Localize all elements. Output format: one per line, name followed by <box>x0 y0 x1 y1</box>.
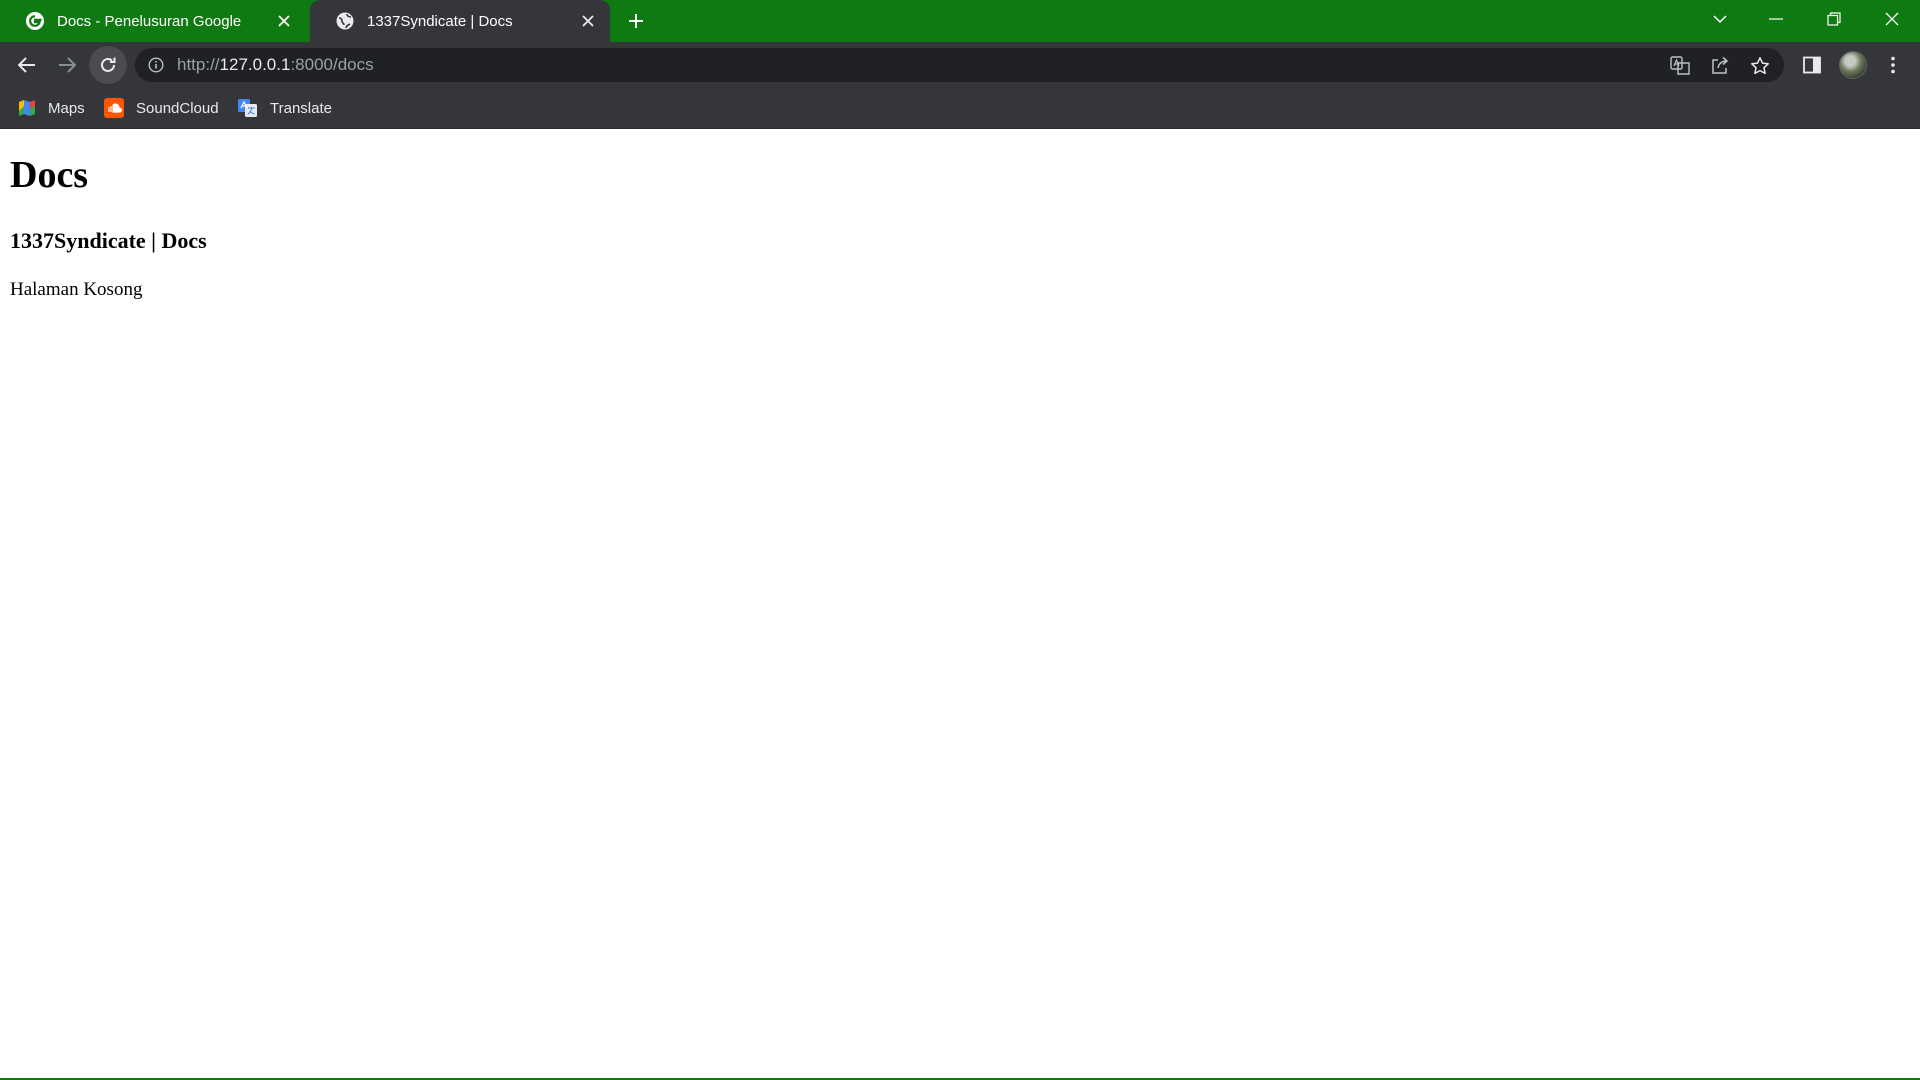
bookmark-maps[interactable]: Maps <box>18 97 85 119</box>
maps-icon <box>19 100 35 116</box>
bookmark-label: SoundCloud <box>136 99 219 117</box>
url-rest: :8000/docs <box>290 55 374 74</box>
forward-button[interactable] <box>48 46 86 84</box>
close-window-button[interactable] <box>1864 0 1920 38</box>
minimize-button[interactable] <box>1748 0 1804 38</box>
share-icon[interactable] <box>1707 53 1733 79</box>
close-tab-icon[interactable] <box>274 11 294 31</box>
bookmark-translate[interactable]: Translate <box>238 97 332 119</box>
translate-icon <box>238 99 257 117</box>
chevron-down-icon <box>1713 15 1727 24</box>
url-host: 127.0.0.1 <box>219 55 291 74</box>
url-scheme: http:// <box>177 55 220 74</box>
profile-button[interactable] <box>1836 48 1870 82</box>
bookmark-label: Maps <box>48 99 85 117</box>
more-vert-icon <box>1891 56 1895 74</box>
translate-page-icon[interactable] <box>1667 53 1693 79</box>
bookmark-star-icon[interactable] <box>1747 53 1773 79</box>
restore-icon <box>1827 12 1841 26</box>
soundcloud-icon <box>104 98 124 118</box>
plus-icon <box>629 14 643 28</box>
tab-strip: Docs - Penelusuran Google 1337Syndicate … <box>0 0 1920 42</box>
address-bar[interactable]: http://127.0.0.1:8000/docs <box>135 48 1784 82</box>
globe-icon <box>336 12 354 30</box>
avatar <box>1839 51 1867 79</box>
tab-title: Docs - Penelusuran Google <box>57 12 242 30</box>
restore-button[interactable] <box>1806 0 1862 38</box>
page-subtitle: 1337Syndicate | Docs <box>10 228 207 253</box>
reload-icon <box>101 57 116 72</box>
bookmark-soundcloud[interactable]: SoundCloud <box>104 97 219 119</box>
info-icon[interactable] <box>147 56 165 74</box>
bookmarks-bar: Maps SoundCloud Translate <box>0 88 1920 129</box>
menu-button[interactable] <box>1876 48 1910 82</box>
page-body-text: Halaman Kosong <box>10 279 143 300</box>
tab-google-search[interactable]: Docs - Penelusuran Google <box>0 0 306 42</box>
arrow-left-icon <box>18 57 35 73</box>
side-panel-icon <box>1803 56 1821 74</box>
page-title: Docs <box>10 154 89 196</box>
close-tab-icon[interactable] <box>578 11 598 31</box>
minimize-icon <box>1769 18 1783 20</box>
page-content: Docs 1337Syndicate | Docs Halaman Kosong <box>0 129 1920 1078</box>
reload-button[interactable] <box>89 46 127 84</box>
bookmark-label: Translate <box>270 99 332 117</box>
tab-search-button[interactable] <box>1692 0 1748 38</box>
arrow-right-icon <box>59 57 76 73</box>
tab-1337syndicate-docs[interactable]: 1337Syndicate | Docs <box>310 0 610 42</box>
close-icon <box>1885 12 1899 26</box>
browser-toolbar: http://127.0.0.1:8000/docs <box>0 42 1920 88</box>
new-tab-button[interactable] <box>622 9 650 33</box>
side-panel-button[interactable] <box>1795 48 1829 82</box>
google-g-icon <box>26 12 44 30</box>
url-text[interactable]: http://127.0.0.1:8000/docs <box>177 55 374 75</box>
tab-title: 1337Syndicate | Docs <box>367 12 513 30</box>
back-button[interactable] <box>8 46 46 84</box>
